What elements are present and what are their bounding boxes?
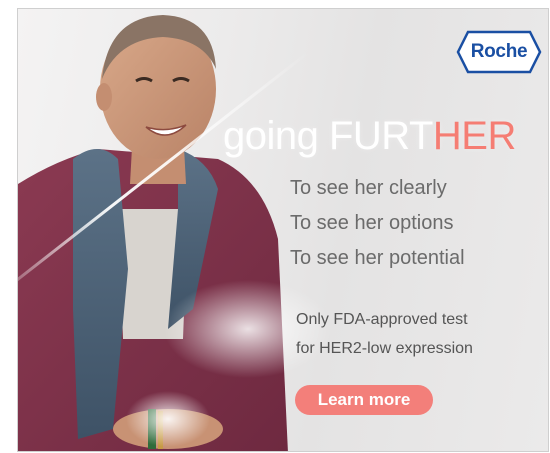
claim-line-1: Only FDA-approved test [296, 311, 468, 328]
headline-part-1: going FURT [223, 114, 433, 158]
headline: going FURTHER [223, 114, 516, 159]
roche-logo[interactable]: Roche [456, 29, 542, 75]
tagline-1: To see her clearly [290, 177, 447, 199]
learn-more-button[interactable]: Learn more [295, 385, 433, 415]
tagline-2: To see her options [290, 212, 454, 234]
claim-line-2: for HER2-low expression [296, 340, 473, 357]
tagline-3: To see her potential [290, 247, 465, 269]
roche-ad-banner[interactable]: Roche going FURTHER To see her clearly T… [17, 8, 549, 452]
headline-part-2-accent: HER [432, 114, 516, 158]
roche-logo-text: Roche [470, 41, 528, 62]
woman-portrait-image [18, 15, 288, 451]
